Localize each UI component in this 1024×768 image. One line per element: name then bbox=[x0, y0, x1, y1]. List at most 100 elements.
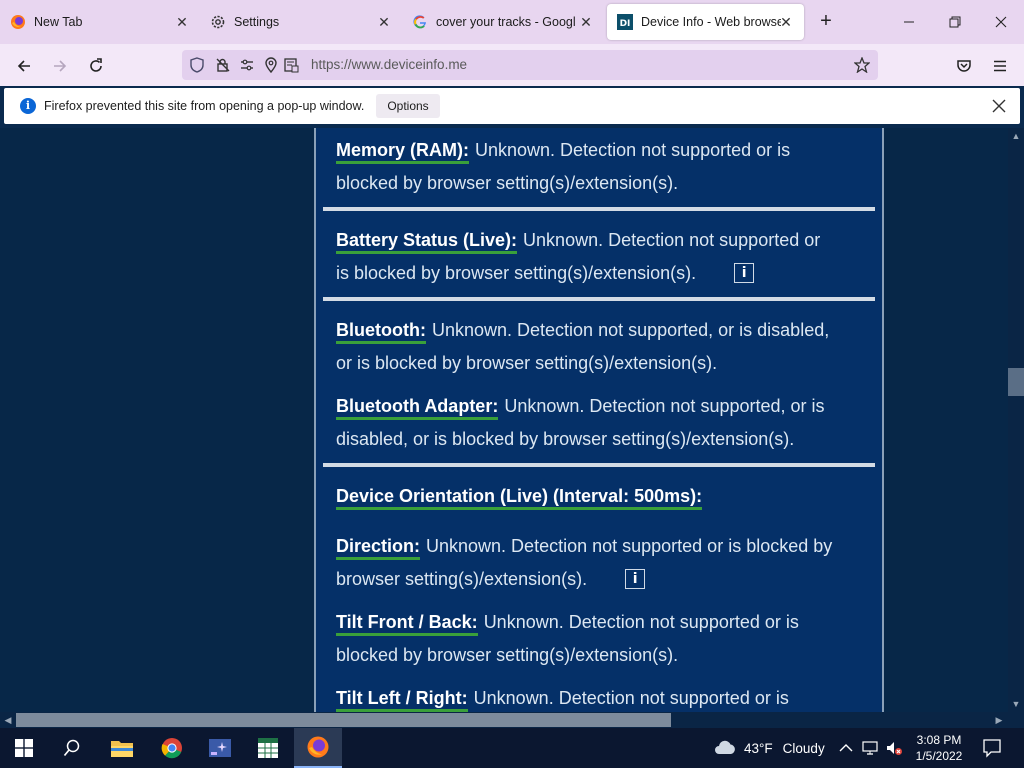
vertical-scroll-thumb[interactable] bbox=[1008, 368, 1024, 396]
entry-label: Direction: bbox=[336, 536, 421, 560]
entry-value: Unknown. Detection not supported or is bbox=[473, 688, 789, 708]
scroll-down-arrow-icon[interactable]: ▼ bbox=[1011, 699, 1021, 709]
firefox-icon bbox=[10, 14, 26, 30]
entry-value: Unknown. Detection not supported or bbox=[523, 230, 821, 250]
section-divider bbox=[323, 463, 875, 467]
windows-taskbar: 43°F Cloudy 3:08 PM 1/5/2022 bbox=[0, 728, 1024, 768]
tab-label: New Tab bbox=[34, 15, 83, 29]
entry-label: Tilt Left / Right: bbox=[336, 688, 468, 712]
network-icon[interactable] bbox=[862, 740, 878, 756]
firefox-taskbar-icon[interactable] bbox=[294, 728, 342, 768]
close-tab-icon[interactable]: ✕ bbox=[778, 14, 794, 30]
spreadsheet-icon[interactable] bbox=[244, 728, 292, 768]
tab-new-tab[interactable]: New Tab ✕ bbox=[0, 4, 200, 40]
forward-button[interactable] bbox=[46, 52, 74, 80]
options-button[interactable]: Options bbox=[376, 94, 440, 118]
search-button[interactable] bbox=[48, 728, 96, 768]
vertical-scrollbar[interactable]: ▲ ▼ bbox=[1008, 128, 1024, 712]
url-text[interactable]: https://www.deviceinfo.me bbox=[311, 57, 467, 72]
camera-permission-icon[interactable] bbox=[239, 57, 255, 73]
shield-icon[interactable] bbox=[189, 57, 205, 73]
start-button[interactable] bbox=[0, 728, 48, 768]
gear-icon bbox=[210, 14, 226, 30]
address-bar[interactable]: https://www.deviceinfo.me bbox=[182, 50, 878, 80]
google-icon bbox=[412, 14, 428, 30]
reload-button[interactable] bbox=[82, 52, 110, 80]
entry-value: Unknown. Detection not supported or is bbox=[475, 140, 791, 160]
info-icon: i bbox=[20, 98, 36, 114]
entry-value-line2: blocked by browser setting(s)/extension(… bbox=[336, 173, 679, 193]
tab-settings[interactable]: Settings ✕ bbox=[200, 4, 402, 40]
page-info-icon[interactable] bbox=[283, 57, 299, 73]
weather-widget[interactable]: 43°F Cloudy bbox=[714, 738, 825, 758]
entry-label: Tilt Front / Back: bbox=[336, 612, 478, 636]
entry-bluetooth: Bluetooth: Unknown. Detection not support… bbox=[336, 314, 856, 380]
section-divider bbox=[323, 297, 875, 301]
scroll-up-arrow-icon[interactable]: ▲ bbox=[1011, 131, 1021, 141]
pocket-button[interactable] bbox=[950, 52, 978, 80]
entry-value: Unknown. Detection not supported, or is bbox=[504, 396, 825, 416]
entry-label: Device Orientation (Live) (Interval: 500… bbox=[336, 486, 703, 510]
navigation-toolbar: https://www.deviceinfo.me bbox=[0, 44, 1024, 86]
entry-value-line2: disabled, or is blocked by browser setti… bbox=[336, 429, 795, 449]
info-button[interactable]: i bbox=[625, 569, 646, 589]
notification-center-icon[interactable] bbox=[982, 738, 1002, 758]
tab-label: cover your tracks - Google bbox=[436, 15, 576, 29]
chevron-up-icon[interactable] bbox=[838, 740, 854, 756]
horizontal-scrollbar[interactable]: ◀ ▶ bbox=[0, 712, 1008, 728]
bookmark-star-icon[interactable] bbox=[854, 57, 870, 73]
minimize-button[interactable] bbox=[886, 8, 932, 36]
entry-value: Unknown. Detection not supported, or is … bbox=[431, 320, 830, 340]
clock-time: 3:08 PM bbox=[916, 733, 962, 747]
notification-message: Firefox prevented this site from opening… bbox=[44, 99, 365, 113]
device-info-panel: Memory (RAM): Unknown. Detection not supp… bbox=[314, 128, 884, 712]
lock-permissions-icon[interactable] bbox=[215, 57, 231, 73]
info-button[interactable]: i bbox=[734, 263, 755, 283]
entry-value-line2: browser setting(s)/extension(s). bbox=[336, 569, 588, 589]
clock-date: 1/5/2022 bbox=[915, 749, 963, 763]
close-tab-icon[interactable]: ✕ bbox=[376, 14, 392, 30]
close-tab-icon[interactable]: ✕ bbox=[578, 14, 594, 30]
entry-tilt-front-back: Tilt Front / Back: Unknown. Detection not… bbox=[336, 606, 856, 672]
horizontal-scroll-thumb[interactable] bbox=[16, 713, 671, 727]
new-tab-button[interactable]: + bbox=[814, 10, 838, 34]
entry-tilt-left-right: Tilt Left / Right: Unknown. Detection not… bbox=[336, 682, 856, 712]
svg-text:DI: DI bbox=[620, 19, 631, 29]
close-notification-icon[interactable] bbox=[990, 97, 1008, 115]
hamburger-menu-button[interactable] bbox=[986, 52, 1014, 80]
scrollbar-corner bbox=[1008, 712, 1024, 728]
weather-condition: Cloudy bbox=[782, 740, 825, 756]
entry-direction: Direction: Unknown. Detection not support… bbox=[336, 530, 856, 596]
back-button[interactable] bbox=[10, 52, 38, 80]
entry-memory: Memory (RAM): Unknown. Detection not supp… bbox=[336, 134, 856, 200]
scroll-right-arrow-icon[interactable]: ▶ bbox=[994, 715, 1004, 725]
weather-temperature: 43°F bbox=[744, 740, 773, 756]
entry-value-line2: blocked by browser setting(s)/extension(… bbox=[336, 645, 679, 665]
chrome-icon[interactable] bbox=[148, 728, 196, 768]
entry-value-line2: or is blocked by browser setting(s)/exte… bbox=[336, 353, 718, 373]
entry-bluetooth-adapter: Bluetooth Adapter: Unknown. Detection not… bbox=[336, 390, 856, 456]
tab-device-info[interactable]: DI Device Info - Web browser ✕ bbox=[607, 4, 804, 40]
tab-strip: New Tab ✕ Settings ✕ cover your tracks -… bbox=[0, 0, 1024, 44]
cloud-icon bbox=[714, 739, 736, 758]
entry-label: Bluetooth: bbox=[336, 320, 426, 344]
entry-device-orientation: Device Orientation (Live) (Interval: 500… bbox=[336, 480, 856, 513]
popup-blocked-notification: i Firefox prevented this site from openi… bbox=[4, 88, 1020, 124]
volume-muted-icon[interactable] bbox=[886, 740, 902, 756]
entry-value: Unknown. Detection not supported or is b… bbox=[426, 536, 833, 556]
section-divider bbox=[323, 207, 875, 211]
location-pin-icon[interactable] bbox=[263, 57, 279, 73]
entry-value-line2: is blocked by browser setting(s)/extensi… bbox=[336, 263, 697, 283]
entry-label: Bluetooth Adapter: bbox=[336, 396, 499, 420]
entry-label: Memory (RAM): bbox=[336, 140, 469, 164]
close-tab-icon[interactable]: ✕ bbox=[174, 14, 190, 30]
system-clock[interactable]: 3:08 PM 1/5/2022 bbox=[906, 732, 972, 764]
entry-label: Battery Status (Live): bbox=[336, 230, 518, 254]
deviceinfo-icon: DI bbox=[617, 14, 633, 30]
restore-button[interactable] bbox=[932, 8, 978, 36]
file-explorer-icon[interactable] bbox=[98, 728, 146, 768]
app-icon[interactable] bbox=[196, 728, 244, 768]
tab-cover-your-tracks[interactable]: cover your tracks - Google ✕ bbox=[402, 4, 604, 40]
scroll-left-arrow-icon[interactable]: ◀ bbox=[3, 715, 13, 725]
close-window-button[interactable] bbox=[978, 8, 1024, 36]
